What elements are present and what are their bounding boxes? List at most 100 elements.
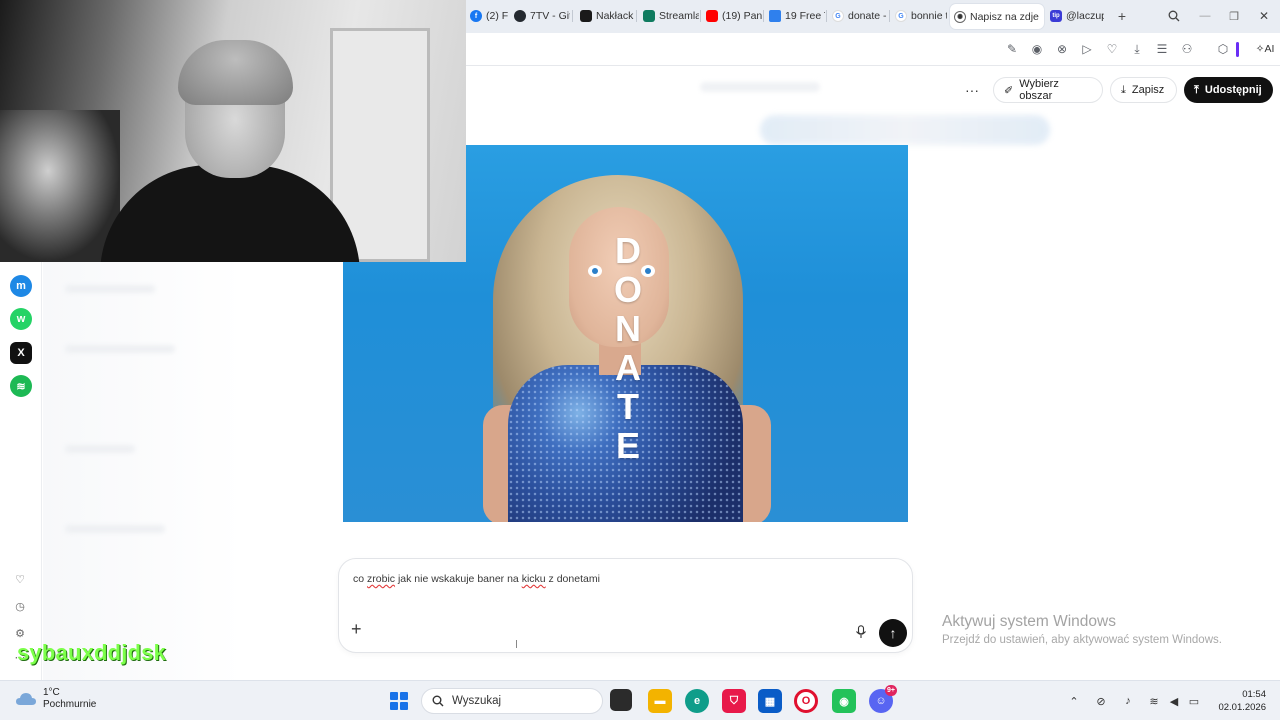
search-tabs-button[interactable] xyxy=(1163,6,1185,26)
image-eye-left xyxy=(588,265,602,277)
github-icon xyxy=(514,10,526,22)
spotify-icon[interactable]: ≋ xyxy=(10,375,32,397)
sparkle-icon: ✧ xyxy=(1255,43,1265,55)
cube-icon[interactable]: ⬡ xyxy=(1214,40,1232,58)
microphone-icon[interactable] xyxy=(855,625,867,639)
search-icon xyxy=(432,695,444,707)
restore-button[interactable]: ❐ xyxy=(1223,6,1245,26)
prompt-text-misspelled: kicku xyxy=(521,573,546,585)
share-label: Udostępnij xyxy=(1204,84,1262,96)
search-placeholder: Wyszukaj xyxy=(452,695,502,707)
blurred-header-pill xyxy=(760,115,1050,145)
send-button[interactable]: ↑ xyxy=(879,619,907,647)
tab-7tv[interactable]: 7TV - Git xyxy=(510,5,570,27)
text-cursor xyxy=(516,640,517,648)
tab-naklack[interactable]: Nakłack xyxy=(576,5,634,27)
save-label: Zapisz xyxy=(1131,84,1165,96)
prompt-box[interactable]: co zrobic jak nie wskakuje baner na kick… xyxy=(338,558,913,653)
heart-icon[interactable]: ♡ xyxy=(1103,40,1121,58)
edge-icon[interactable]: e xyxy=(685,689,709,713)
store-icon[interactable]: ▦ xyxy=(758,689,782,713)
discord-icon[interactable]: ☺ 9+ xyxy=(869,685,897,713)
brush-icon: ✐ xyxy=(1004,84,1014,97)
prompt-text-part: co xyxy=(353,573,368,585)
gear-icon[interactable]: ⚙ xyxy=(13,626,27,640)
task-view-icon[interactable] xyxy=(610,689,632,711)
share-button[interactable]: ⤒ Udostępnij xyxy=(1184,77,1273,103)
tab-streamla[interactable]: Streamla xyxy=(639,5,699,27)
tab-youtube[interactable]: (19) Pan xyxy=(702,5,762,27)
tab-donate[interactable]: G donate - xyxy=(828,5,888,27)
clock-time: 01:54 xyxy=(1242,689,1266,700)
app-icon xyxy=(580,10,592,22)
donate-letter: E xyxy=(615,425,640,466)
weather-desc: Pochmurnie xyxy=(43,699,97,710)
tab-bonnie[interactable]: G bonnie t xyxy=(891,5,947,27)
image-eye-right xyxy=(641,265,655,277)
save-button[interactable]: ⤓ Zapisz xyxy=(1110,77,1177,103)
play-icon[interactable]: ▷ xyxy=(1078,40,1096,58)
tab-label: Nakłack xyxy=(596,10,634,22)
tab-label: (19) Pan xyxy=(722,10,762,22)
android-app-icon[interactable]: ◉ xyxy=(832,689,856,713)
sidebar-indicator xyxy=(1236,42,1239,57)
heart-icon[interactable]: ♡ xyxy=(13,572,27,586)
close-button[interactable]: ✕ xyxy=(1253,6,1275,26)
webcam-overlay xyxy=(0,0,466,262)
wifi-icon[interactable]: ≋ xyxy=(1146,693,1162,709)
settings-sliders-icon[interactable]: ☰ xyxy=(1153,40,1171,58)
prompt-text-part: jak nie wskakuje baner na xyxy=(395,573,522,585)
activate-windows-subtitle: Przejdź do ustawień, aby aktywować syste… xyxy=(942,634,1222,646)
chevron-up-icon[interactable]: ⌃ xyxy=(1066,693,1082,709)
donate-text: D O N A T E xyxy=(613,231,643,465)
opera-icon[interactable]: O xyxy=(794,689,818,713)
donate-letter: O xyxy=(613,269,642,310)
battery-icon[interactable]: ▭ xyxy=(1186,693,1202,709)
start-button[interactable] xyxy=(390,692,408,710)
x-icon[interactable]: X xyxy=(10,342,32,364)
facebook-icon: f xyxy=(470,10,482,22)
camera-icon[interactable]: ◉ xyxy=(1028,40,1046,58)
google-icon: G xyxy=(895,10,907,22)
clock-date: 02.01.2026 xyxy=(1218,702,1266,713)
volume-icon[interactable]: ◀ xyxy=(1166,693,1182,709)
edit-icon[interactable]: ✎ xyxy=(1003,40,1021,58)
whatsapp-icon[interactable]: w xyxy=(10,308,32,330)
search-icon xyxy=(1168,10,1180,22)
clock[interactable]: 01:54 02.01.2026 xyxy=(1212,688,1266,714)
youtube-icon xyxy=(706,10,718,22)
taskbar-search[interactable]: Wyszukaj xyxy=(421,688,603,714)
download-icon[interactable]: ⤓ xyxy=(1128,40,1146,58)
tab-facebook[interactable]: f (2) Face xyxy=(466,5,508,27)
onedrive-off-icon[interactable]: ⊘ xyxy=(1093,693,1109,709)
more-options-button[interactable]: ··· xyxy=(960,77,984,103)
tab-chatgpt-active[interactable]: ✺ Napisz na zdje xyxy=(950,4,1044,29)
new-tab-button[interactable]: + xyxy=(1111,6,1133,26)
tab-laczup[interactable]: tip @laczup xyxy=(1046,5,1104,27)
history-icon[interactable]: ◷ xyxy=(13,599,27,613)
antivirus-icon[interactable]: ⛉ xyxy=(722,689,746,713)
tab-label: 7TV - Git xyxy=(530,10,570,22)
messenger-icon[interactable]: m xyxy=(10,275,32,297)
select-area-button[interactable]: ✐ Wybierz obszar xyxy=(993,77,1103,103)
donate-letter: T xyxy=(617,386,639,427)
weather-temp: 1°C xyxy=(43,687,60,698)
ai-button[interactable]: ✧ AI xyxy=(1252,40,1278,58)
stream-overlay-label: sybauxddjdsk xyxy=(17,640,167,665)
download-icon: ⤓ xyxy=(1121,83,1126,96)
weather-widget[interactable]: 1°C Pochmurnie xyxy=(15,687,96,711)
shield-icon[interactable]: ⊗ xyxy=(1053,40,1071,58)
prompt-input[interactable]: co zrobic jak nie wskakuje baner na kick… xyxy=(353,573,600,585)
add-attachment-button[interactable]: + xyxy=(351,620,367,638)
tab-free[interactable]: 19 Free T xyxy=(765,5,825,27)
donate-letter: N xyxy=(615,308,641,349)
streamlabs-icon xyxy=(643,10,655,22)
minimize-button[interactable]: — xyxy=(1194,6,1216,26)
microphone-icon[interactable]: ♪ xyxy=(1120,693,1136,709)
file-explorer-icon[interactable]: ▬ xyxy=(648,689,672,713)
upload-icon: ⤒ xyxy=(1194,83,1199,96)
prompt-text-part: z donetami xyxy=(545,573,600,585)
tab-label: (2) Face xyxy=(486,10,508,22)
profile-icon[interactable]: ⚇ xyxy=(1178,40,1196,58)
prompt-text-misspelled: zrobic xyxy=(367,573,396,585)
